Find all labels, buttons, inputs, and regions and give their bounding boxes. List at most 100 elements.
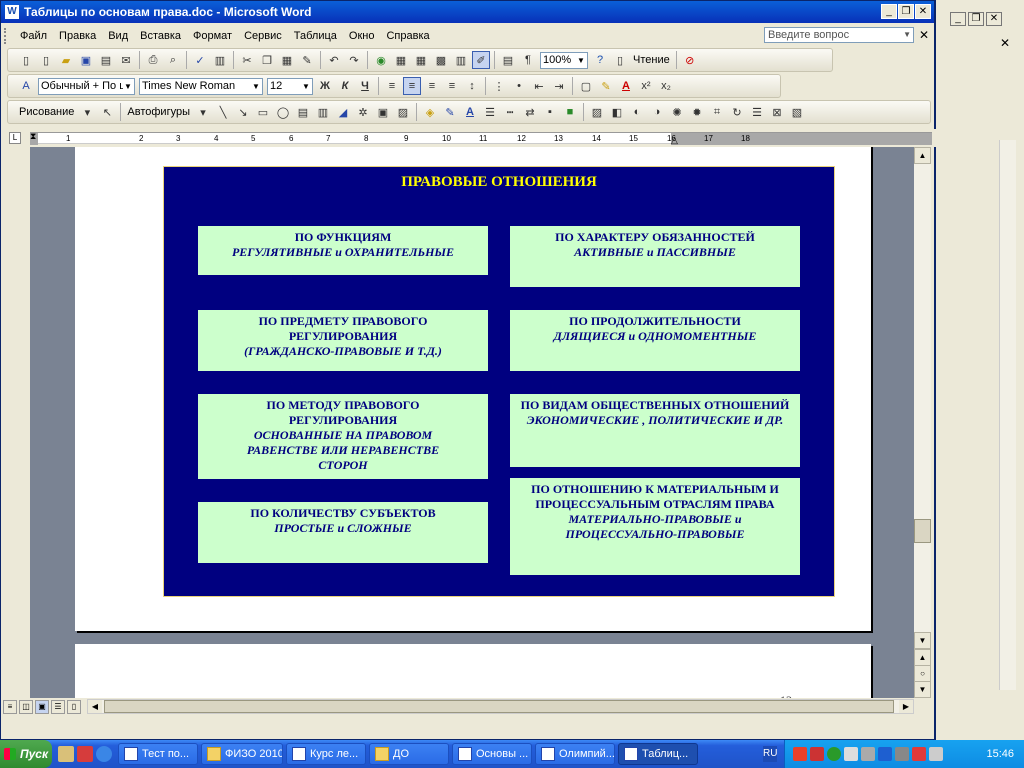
font-size-select[interactable]: 12 ▼: [267, 77, 313, 95]
decrease-indent-icon[interactable]: ⇤: [530, 77, 548, 95]
print-preview-icon[interactable]: ⌕: [164, 51, 182, 69]
browse-object-icon[interactable]: ○: [914, 665, 931, 682]
restore-icon[interactable]: ❐: [968, 12, 984, 26]
menu-format[interactable]: Формат: [187, 30, 238, 42]
email-icon[interactable]: ✉: [117, 51, 135, 69]
stop-icon[interactable]: ⊘: [681, 51, 699, 69]
clipart-icon[interactable]: ▣: [374, 103, 392, 121]
line-style-icon[interactable]: ☰: [481, 103, 499, 121]
next-page-icon[interactable]: ▼: [914, 681, 931, 698]
taskbar-item[interactable]: ФИЗО 2010: [201, 743, 283, 765]
right-indent-icon[interactable]: △: [671, 135, 678, 146]
rectangle-icon[interactable]: ▭: [254, 103, 272, 121]
textbox-vertical-icon[interactable]: ▥: [314, 103, 332, 121]
3d-icon[interactable]: ■: [561, 103, 579, 121]
reading-view-icon[interactable]: ▯: [67, 699, 81, 714]
line-color-icon[interactable]: ✎: [441, 103, 459, 121]
horizontal-scrollbar[interactable]: ◀ ▶: [87, 699, 914, 714]
diagram-box[interactable]: ПО ПРОДОЛЖИТЕЛЬНОСТИ ДЛЯЩИЕСЯ и ОДНОМОМЕ…: [510, 310, 800, 371]
chevron-down-icon[interactable]: ▼: [301, 78, 311, 94]
highlight-icon[interactable]: ✎: [597, 77, 615, 95]
style-select[interactable]: Обычный + По ц ▼: [38, 77, 135, 95]
taskbar-item[interactable]: Основы ...: [452, 743, 532, 765]
close-document-icon[interactable]: ✕: [919, 28, 929, 42]
diagram-box[interactable]: ПО МЕТОДУ ПРАВОВОГО РЕГУЛИРОВАНИЯ ОСНОВА…: [198, 394, 488, 479]
permission-icon[interactable]: ▤: [97, 51, 115, 69]
shadow-icon[interactable]: ▪: [541, 103, 559, 121]
print-layout-icon[interactable]: ▣: [35, 699, 49, 714]
styles-formatting-icon[interactable]: A: [17, 77, 35, 95]
drawing-icon[interactable]: ✐: [472, 51, 490, 69]
drawing-menu[interactable]: Рисование: [16, 106, 77, 118]
autoshapes-menu[interactable]: Автофигуры: [124, 106, 193, 118]
menu-insert[interactable]: Вставка: [134, 30, 187, 42]
justify-icon[interactable]: ≡: [443, 77, 461, 95]
alert-icon[interactable]: [912, 747, 926, 761]
menu-tools[interactable]: Сервис: [238, 30, 288, 42]
scroll-left-icon[interactable]: ◀: [88, 700, 102, 713]
oval-icon[interactable]: ◯: [274, 103, 292, 121]
menu-edit[interactable]: Правка: [53, 30, 102, 42]
printer-icon[interactable]: [861, 747, 875, 761]
scroll-thumb[interactable]: [104, 700, 894, 713]
menu-view[interactable]: Вид: [102, 30, 134, 42]
subscript-icon[interactable]: x₂: [657, 77, 675, 95]
font-color-icon[interactable]: A: [461, 103, 479, 121]
taskbar-item[interactable]: Тест по...: [118, 743, 198, 765]
media-icon[interactable]: [77, 746, 93, 762]
ask-question-input[interactable]: Введите вопрос ▼: [764, 27, 914, 43]
save-icon[interactable]: ▣: [77, 51, 95, 69]
hyperlink-icon[interactable]: ◉: [372, 51, 390, 69]
web-view-icon[interactable]: ◫: [19, 699, 33, 714]
zoom-select[interactable]: 100% ▼: [540, 51, 588, 69]
toolbar-grip[interactable]: [4, 27, 10, 44]
chevron-down-icon[interactable]: ▼: [576, 52, 586, 68]
underline-button[interactable]: Ч: [356, 77, 374, 95]
ie-icon[interactable]: [96, 746, 112, 762]
diagram-box[interactable]: ПО КОЛИЧЕСТВУ СУБЪЕКТОВ ПРОСТЫЕ и СЛОЖНЫ…: [198, 502, 488, 563]
arrow-style-icon[interactable]: ⇄: [521, 103, 539, 121]
scroll-thumb[interactable]: [914, 519, 931, 543]
taskbar-item-active[interactable]: Таблиц...: [618, 743, 698, 765]
open-folder-icon[interactable]: ▰: [57, 51, 75, 69]
menu-help[interactable]: Справка: [380, 30, 435, 42]
antivirus-icon[interactable]: [810, 747, 824, 761]
menu-file[interactable]: Файл: [14, 30, 53, 42]
redo-icon[interactable]: ↷: [345, 51, 363, 69]
columns-icon[interactable]: ▥: [452, 51, 470, 69]
font-color-icon[interactable]: A: [617, 77, 635, 95]
increase-indent-icon[interactable]: ⇥: [550, 77, 568, 95]
minimize-icon[interactable]: _: [950, 12, 966, 26]
chevron-down-icon[interactable]: ▼: [251, 78, 261, 94]
legal-relations-diagram[interactable]: ПРАВОВЫЕ ОТНОШЕНИЯ ПО ФУНКЦИЯМ РЕГУЛЯТИВ…: [163, 166, 835, 597]
insert-excel-icon[interactable]: ▩: [432, 51, 450, 69]
new-document-icon[interactable]: ▯: [17, 51, 35, 69]
line-icon[interactable]: ╲: [214, 103, 232, 121]
numbering-icon[interactable]: ⋮: [490, 77, 508, 95]
status-icon[interactable]: [827, 747, 841, 761]
reading-mode-button[interactable]: Чтение: [630, 54, 673, 66]
chevron-down-icon[interactable]: ▼: [123, 78, 133, 94]
read-icon[interactable]: ▯: [611, 51, 629, 69]
tables-borders-icon[interactable]: ▦: [392, 51, 410, 69]
font-select[interactable]: Times New Roman ▼: [139, 77, 263, 95]
copy-icon[interactable]: ❐: [258, 51, 276, 69]
close-button[interactable]: ✕: [915, 4, 931, 19]
scroll-right-icon[interactable]: ▶: [899, 700, 913, 713]
more-brightness-icon[interactable]: ✺: [668, 103, 686, 121]
align-left-icon[interactable]: ≡: [383, 77, 401, 95]
line-spacing-icon[interactable]: ↕: [463, 77, 481, 95]
color-icon[interactable]: ◧: [608, 103, 626, 121]
scroll-down-icon[interactable]: ▼: [914, 632, 931, 649]
first-line-indent-icon[interactable]: ⧗: [30, 131, 36, 142]
3g-icon[interactable]: [793, 747, 807, 761]
contrast-icon[interactable]: ◐: [628, 103, 646, 121]
diagram-box[interactable]: ПО ПРЕДМЕТУ ПРАВОВОГО РЕГУЛИРОВАНИЯ (ГРА…: [198, 310, 488, 371]
close-icon[interactable]: ✕: [1000, 36, 1010, 50]
superscript-icon[interactable]: x²: [637, 77, 655, 95]
help-icon[interactable]: ?: [591, 51, 609, 69]
diagram-box[interactable]: ПО ФУНКЦИЯМ РЕГУЛЯТИВНЫЕ и ОХРАНИТЕЛЬНЫЕ: [198, 226, 488, 275]
previous-page-icon[interactable]: ▲: [914, 649, 931, 666]
horizontal-ruler[interactable]: L 1 2 3 4 5 6 7 8 9 10 11 12 13 14 15 16…: [1, 129, 936, 147]
normal-view-icon[interactable]: ≡: [3, 699, 17, 714]
